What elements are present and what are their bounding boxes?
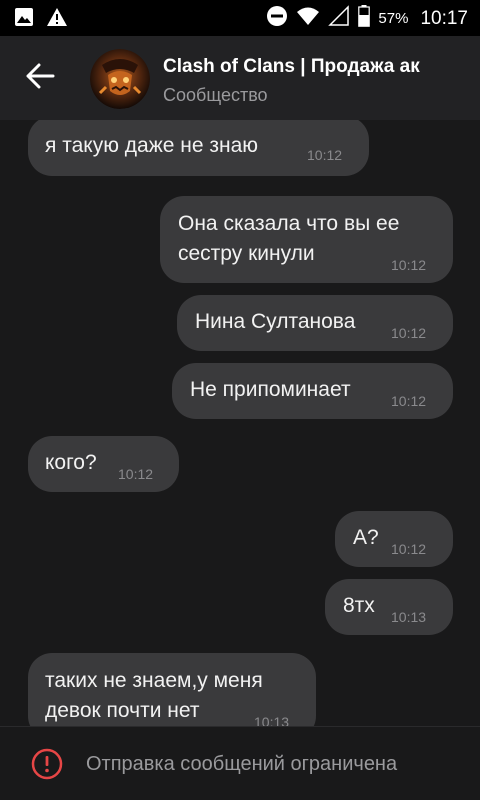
battery-icon [358,5,371,32]
status-bar-left [14,7,68,32]
message-time: 10:12 [118,466,154,482]
message-outgoing[interactable]: Нина Султанова 10:12 [177,295,453,351]
message-text-line-1: Она сказала что вы ее [178,212,400,235]
status-bar-right: 57% 10:17 [266,5,468,32]
battery-percent: 57% [378,10,409,27]
chat-screen: 57% 10:17 Clash of Clans | Продажа ак Со… [0,0,480,800]
message-time: 10:13 [254,714,290,726]
message-outgoing[interactable]: Не припоминает 10:12 [172,363,453,419]
chat-subtitle: Сообщество [163,85,268,105]
back-button[interactable] [18,56,62,100]
message-list[interactable]: я такую даже не знаю 10:12 Она сказала ч… [0,120,480,726]
community-avatar[interactable] [90,49,150,109]
chat-title[interactable]: Clash of Clans | Продажа ак [163,56,480,78]
chat-header: Clash of Clans | Продажа ак Сообщество [0,36,480,120]
message-outgoing[interactable]: А? 10:12 [335,511,453,567]
message-text: А? [353,526,379,549]
message-text: Не припоминает [190,378,351,401]
message-incoming[interactable]: я такую даже не знаю 10:12 [28,120,369,176]
image-icon [14,7,34,32]
composer-restricted-bar: Отправка сообщений ограничена [0,726,480,800]
arrow-left-icon [25,63,55,94]
message-outgoing[interactable]: 8тх 10:13 [325,579,453,635]
message-incoming[interactable]: кого? 10:12 [28,436,179,492]
message-text-line-2: сестру кинули [178,242,315,265]
message-time: 10:12 [391,393,427,409]
message-incoming[interactable]: таких не знаем,у меня девок почти нет 10… [28,653,316,726]
message-time: 10:12 [391,257,427,273]
message-text: кого? [45,451,97,474]
status-bar: 57% 10:17 [0,0,480,36]
message-time: 10:13 [391,609,427,625]
message-text-line-2: девок почти нет [45,699,200,722]
alert-icon [46,7,68,32]
message-text: 8тх [343,594,375,617]
message-text: Нина Султанова [195,310,356,333]
message-time: 10:12 [391,541,427,557]
restricted-message-text: Отправка сообщений ограничена [86,753,398,775]
status-time: 10:17 [420,7,468,29]
wifi-icon [296,6,320,31]
signal-icon [328,5,350,32]
do-not-disturb-icon [266,5,288,32]
warning-circle-icon [31,748,63,780]
message-text-line-1: таких не знаем,у меня [45,669,263,692]
message-time: 10:12 [307,147,343,163]
message-outgoing[interactable]: Она сказала что вы ее сестру кинули 10:1… [160,196,453,283]
message-time: 10:12 [391,325,427,341]
message-text: я такую даже не знаю [45,134,259,157]
